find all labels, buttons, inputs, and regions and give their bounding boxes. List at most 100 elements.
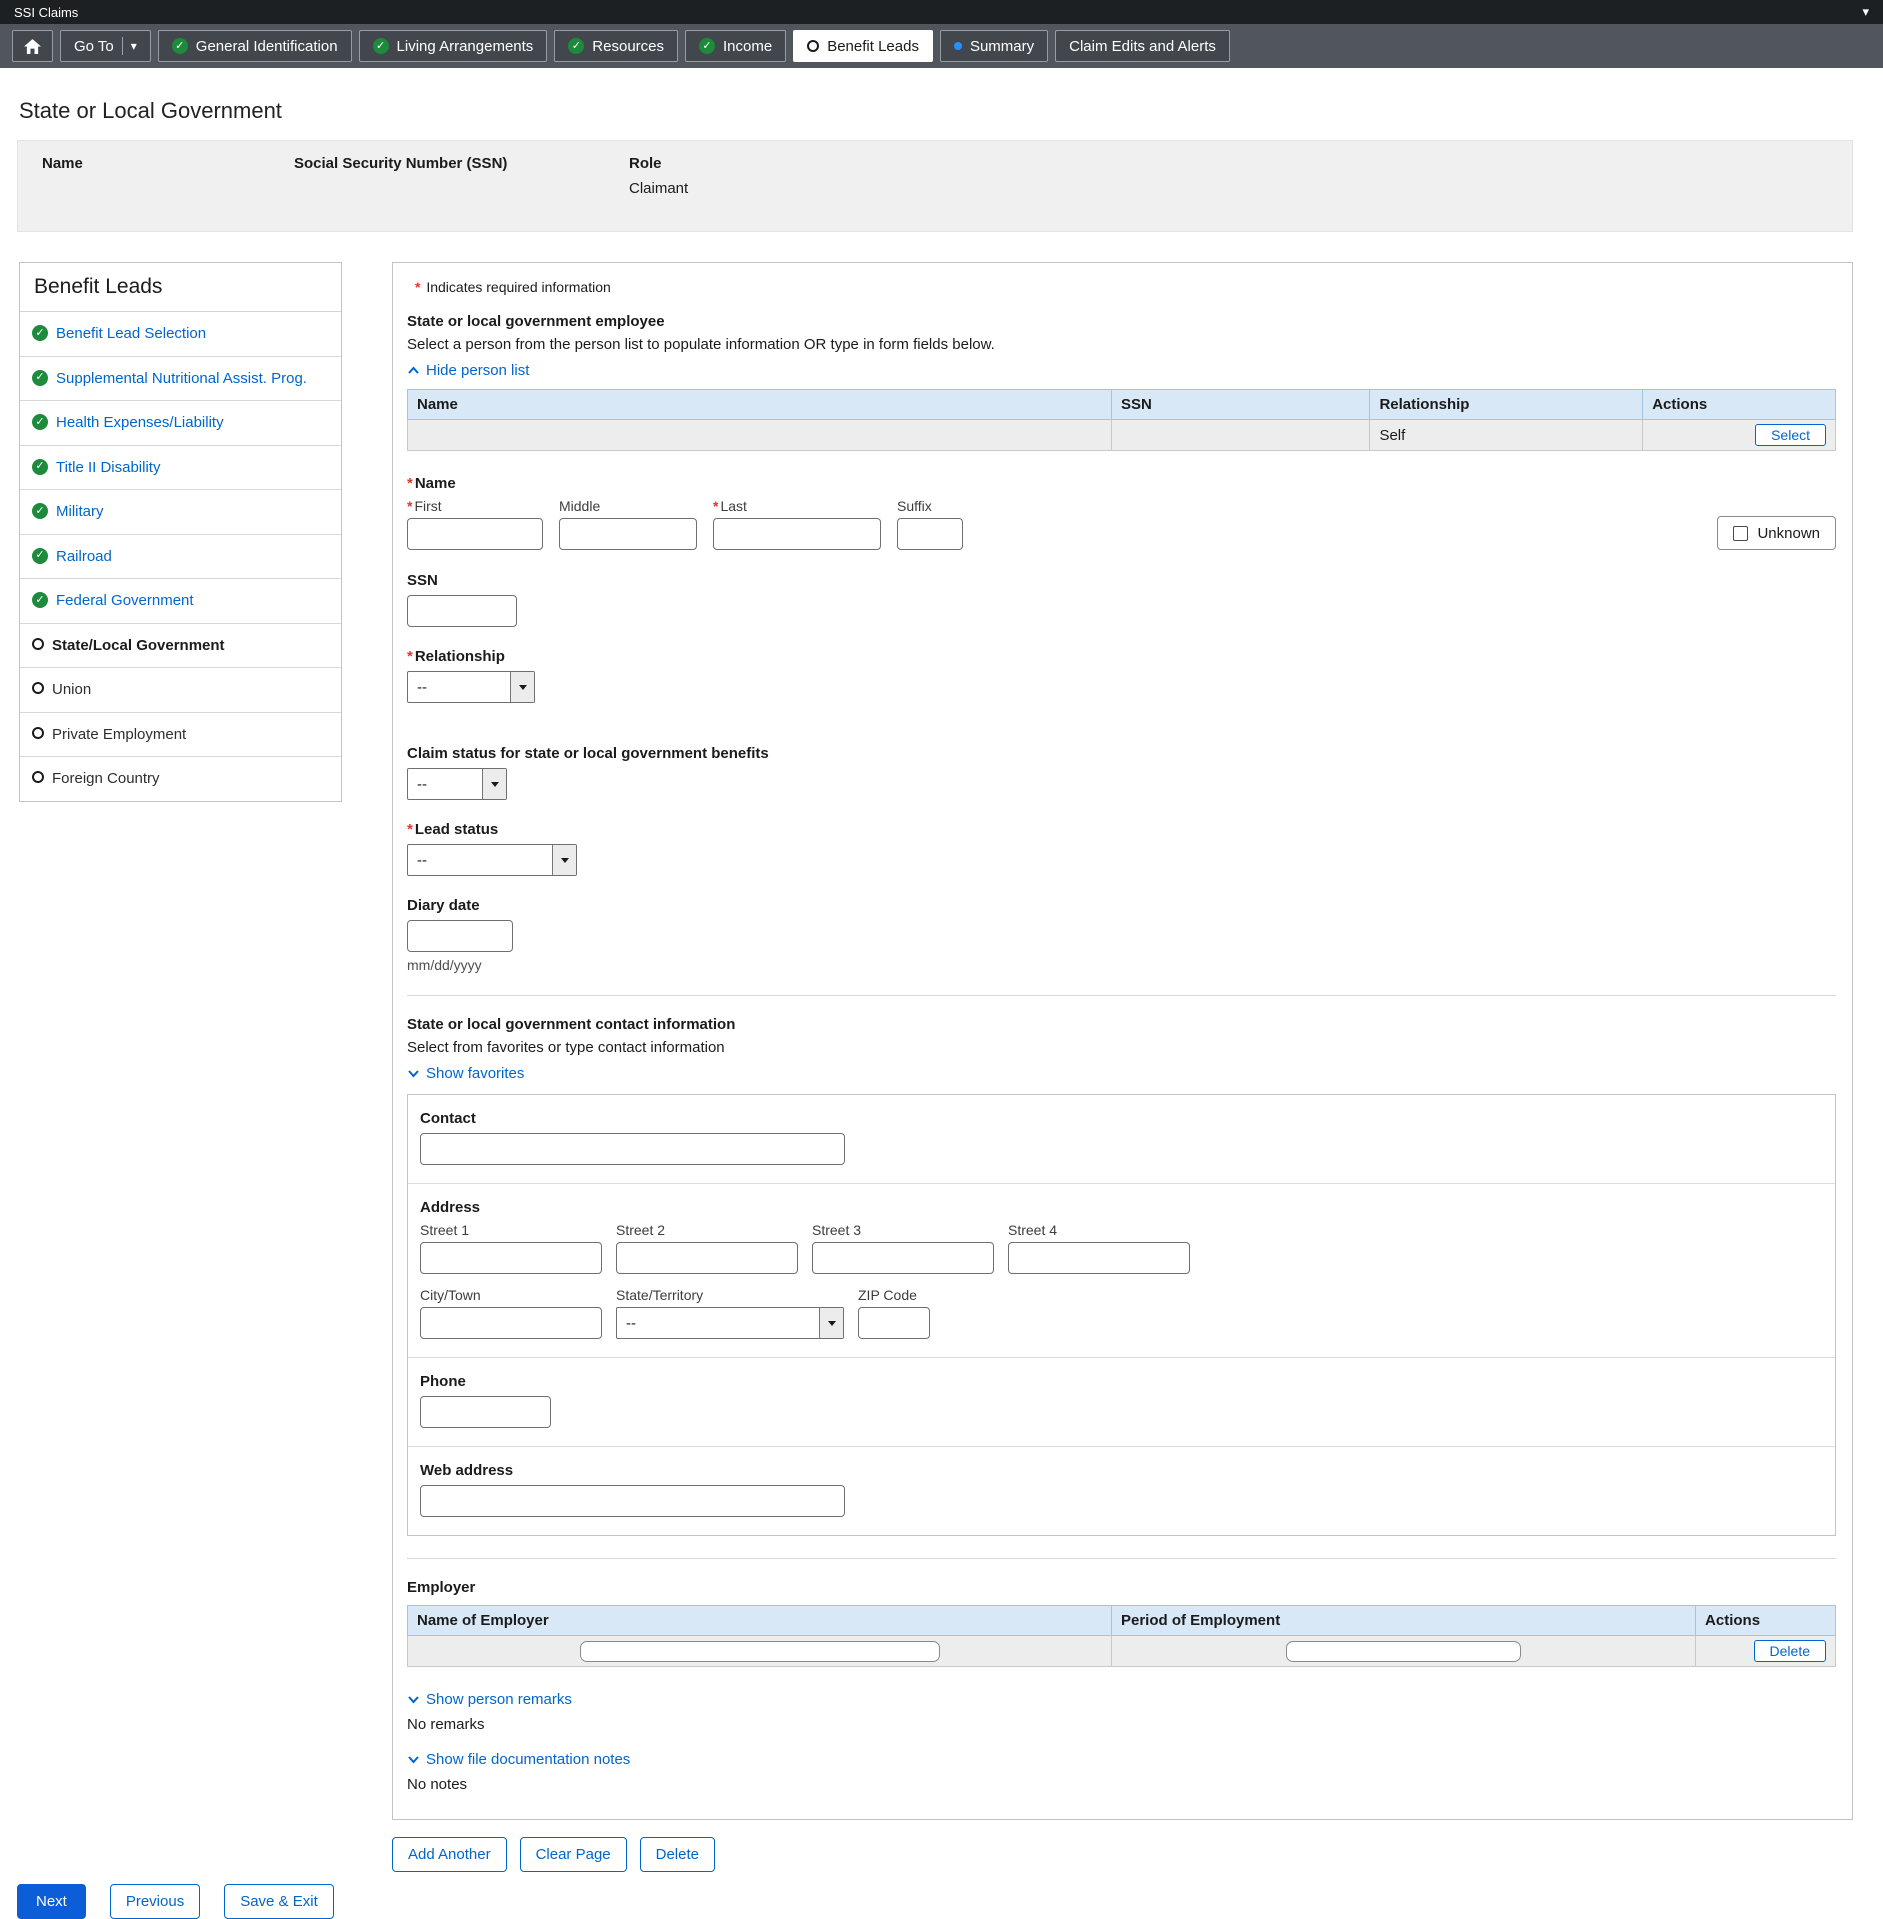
next-button[interactable]: Next (17, 1884, 86, 1919)
divider (122, 37, 123, 55)
tab-summary[interactable]: Summary (940, 30, 1048, 62)
clear-page-button[interactable]: Clear Page (520, 1837, 627, 1872)
sidebar-item-private-employment[interactable]: Private Employment (20, 713, 341, 758)
in-progress-circle-icon (954, 42, 962, 50)
diary-date-input[interactable] (407, 920, 513, 952)
tab-resources[interactable]: ✓ Resources (554, 30, 678, 62)
home-button[interactable] (12, 30, 53, 62)
column-header: Actions (1696, 1606, 1836, 1636)
tab-income[interactable]: ✓ Income (685, 30, 786, 62)
suffix-input[interactable] (897, 518, 963, 550)
check-circle-icon: ✓ (32, 414, 48, 430)
delete-button[interactable]: Delete (640, 1837, 715, 1872)
remarks-empty-text: No remarks (407, 1716, 1836, 1733)
save-exit-button[interactable]: Save & Exit (224, 1884, 334, 1919)
street2-label: Street 2 (616, 1222, 798, 1238)
employment-period-input[interactable] (1286, 1641, 1521, 1662)
date-format-hint: mm/dd/yyyy (407, 957, 1836, 973)
delete-employer-button[interactable]: Delete (1754, 1640, 1826, 1662)
column-header: Name of Employer (408, 1606, 1112, 1636)
claim-status-select[interactable]: -- (407, 768, 507, 800)
sidebar-item-label: Military (56, 502, 104, 522)
sidebar-item-benefit-lead-selection[interactable]: ✓ Benefit Lead Selection (20, 312, 341, 357)
employer-name-input[interactable] (580, 1641, 940, 1662)
suffix-label: Suffix (897, 498, 963, 514)
last-name-label: *Last (713, 498, 881, 514)
topbar-collapse-caret-icon[interactable]: ▾ (1862, 4, 1869, 20)
person-role-column: Role Claimant (629, 155, 688, 231)
add-another-button[interactable]: Add Another (392, 1837, 507, 1872)
tab-living-arrangements[interactable]: ✓ Living Arrangements (359, 30, 548, 62)
goto-label: Go To (74, 38, 114, 55)
web-address-input[interactable] (420, 1485, 845, 1517)
tab-label: Income (723, 38, 772, 55)
web-address-label: Web address (420, 1462, 1823, 1479)
tab-benefit-leads[interactable]: Benefit Leads (793, 30, 933, 62)
relationship-select[interactable]: -- (407, 671, 535, 703)
unknown-checkbox[interactable] (1733, 526, 1748, 541)
hide-person-list-link[interactable]: Hide person list (407, 362, 529, 379)
column-label: Social Security Number (SSN) (294, 155, 629, 172)
name-unknown-toggle[interactable]: Unknown (1717, 516, 1836, 550)
benefit-leads-sidebar: Benefit Leads ✓ Benefit Lead Selection ✓… (19, 262, 342, 802)
street2-input[interactable] (616, 1242, 798, 1274)
sidebar-item-label: Health Expenses/Liability (56, 413, 224, 433)
required-note: * Indicates required information (415, 279, 1836, 295)
sidebar-item-health-expenses[interactable]: ✓ Health Expenses/Liability (20, 401, 341, 446)
middle-name-input[interactable] (559, 518, 697, 550)
city-input[interactable] (420, 1307, 602, 1339)
wizard-nav: Next Previous Save & Exit (17, 1884, 1883, 1919)
goto-button[interactable]: Go To ▾ (60, 30, 151, 62)
sidebar-item-title-ii-disability[interactable]: ✓ Title II Disability (20, 446, 341, 491)
sidebar-item-foreign-country[interactable]: Foreign Country (20, 757, 341, 801)
contact-info-box: Contact Address Street 1 Street 2 (407, 1094, 1836, 1536)
zip-input[interactable] (858, 1307, 930, 1339)
sidebar-item-military[interactable]: ✓ Military (20, 490, 341, 535)
state-label: State/Territory (616, 1287, 844, 1303)
ssn-input[interactable] (407, 595, 517, 627)
contact-subsection: Contact (408, 1095, 1835, 1184)
contact-label: Contact (420, 1110, 1823, 1127)
last-name-input[interactable] (713, 518, 881, 550)
sidebar-item-label: State/Local Government (52, 636, 225, 656)
required-asterisk: * (415, 279, 420, 295)
open-circle-icon (32, 638, 44, 650)
zip-label: ZIP Code (858, 1287, 930, 1303)
previous-button[interactable]: Previous (110, 1884, 200, 1919)
sidebar-item-state-local-government[interactable]: State/Local Government (20, 624, 341, 669)
phone-input[interactable] (420, 1396, 551, 1428)
first-name-label: *First (407, 498, 543, 514)
show-file-documentation-notes-link[interactable]: Show file documentation notes (407, 1751, 630, 1768)
tab-general-identification[interactable]: ✓ General Identification (158, 30, 352, 62)
topbar: SSI Claims ▾ (0, 0, 1883, 24)
sidebar-item-federal-government[interactable]: ✓ Federal Government (20, 579, 341, 624)
person-ssn-column: Social Security Number (SSN) (294, 155, 629, 231)
sidebar-item-supplemental-nutritional[interactable]: ✓ Supplemental Nutritional Assist. Prog. (20, 357, 341, 402)
employee-instruction: Select a person from the person list to … (407, 336, 1836, 353)
tab-label: Benefit Leads (827, 38, 919, 55)
phone-label: Phone (420, 1373, 1823, 1390)
contact-input[interactable] (420, 1133, 845, 1165)
state-select[interactable]: -- (616, 1307, 844, 1339)
employer-table: Name of Employer Period of Employment Ac… (407, 1605, 1836, 1667)
street3-input[interactable] (812, 1242, 994, 1274)
show-person-remarks-link[interactable]: Show person remarks (407, 1691, 572, 1708)
sidebar-item-union[interactable]: Union (20, 668, 341, 713)
sidebar-item-label: Title II Disability (56, 458, 160, 478)
sidebar-item-railroad[interactable]: ✓ Railroad (20, 535, 341, 580)
sidebar-title: Benefit Leads (20, 263, 341, 312)
select-value: -- (417, 679, 427, 696)
lead-status-select[interactable]: -- (407, 844, 577, 876)
first-name-input[interactable] (407, 518, 543, 550)
street1-input[interactable] (420, 1242, 602, 1274)
employee-section-title: State or local government employee (407, 313, 1836, 330)
street3-label: Street 3 (812, 1222, 994, 1238)
divider (407, 995, 1836, 996)
main-nav: Go To ▾ ✓ General Identification ✓ Livin… (0, 24, 1883, 68)
tab-claim-edits-and-alerts[interactable]: Claim Edits and Alerts (1055, 30, 1230, 62)
show-favorites-link[interactable]: Show favorites (407, 1065, 524, 1082)
street1-label: Street 1 (420, 1222, 602, 1238)
street4-input[interactable] (1008, 1242, 1190, 1274)
address-subsection: Address Street 1 Street 2 Street 3 (408, 1184, 1835, 1358)
select-person-button[interactable]: Select (1755, 424, 1826, 446)
